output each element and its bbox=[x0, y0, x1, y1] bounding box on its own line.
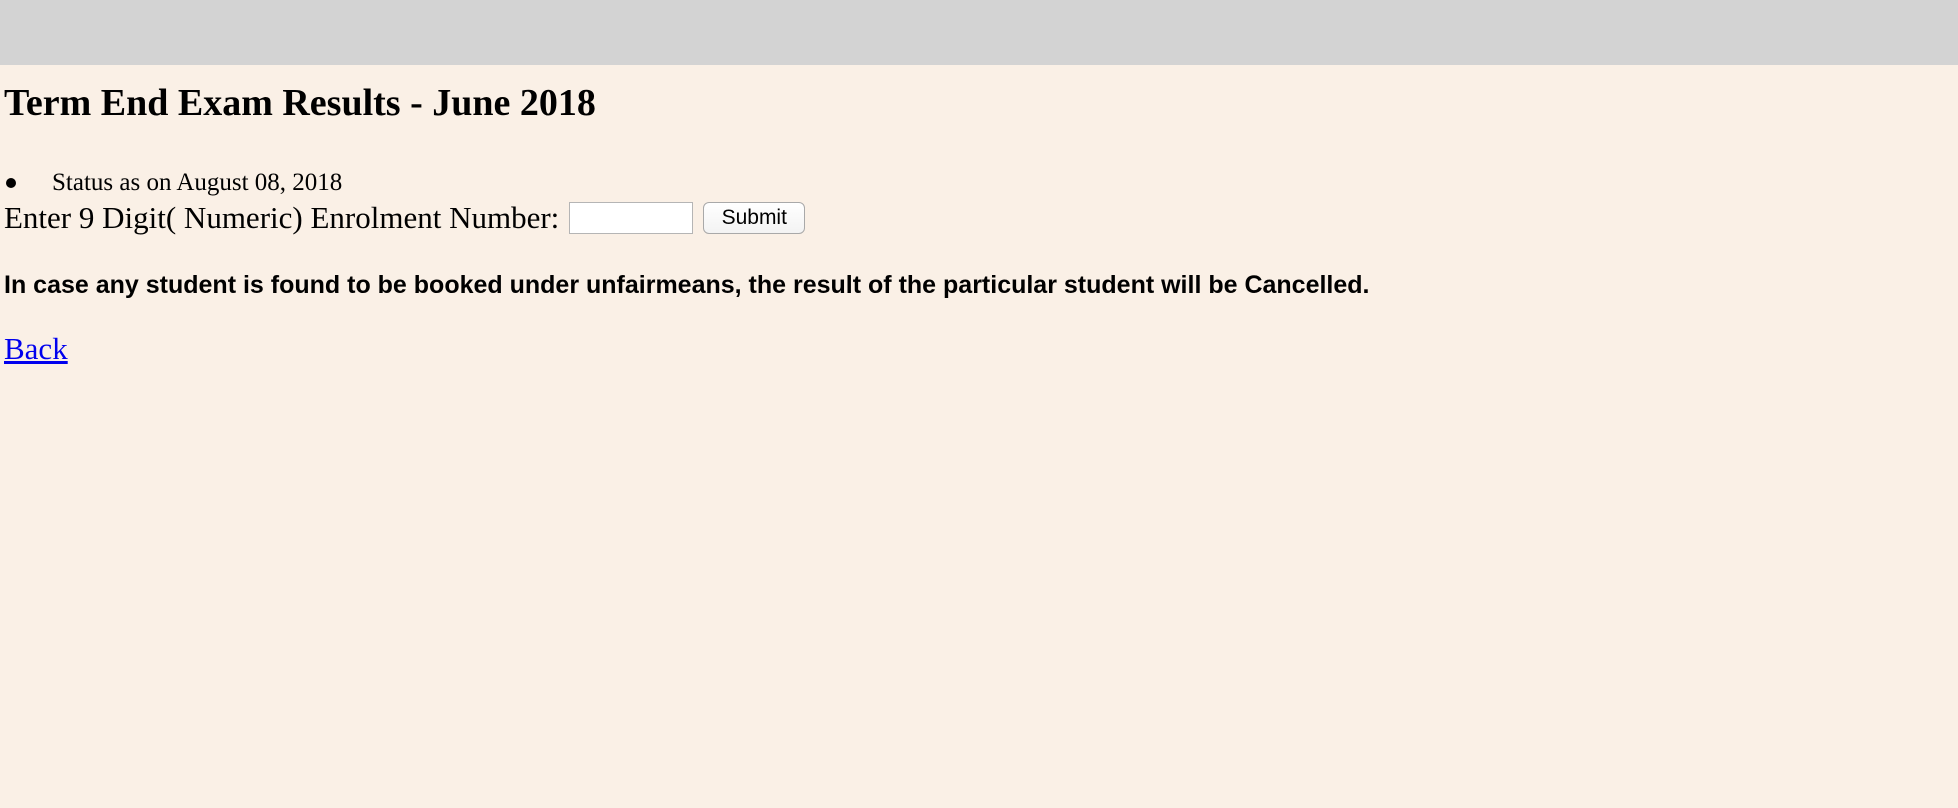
top-header-bar bbox=[0, 0, 1958, 65]
back-link[interactable]: Back bbox=[4, 329, 68, 369]
page-title: Term End Exam Results - June 2018 bbox=[4, 82, 596, 124]
bullet-icon bbox=[6, 178, 16, 188]
enrolment-label: Enter 9 Digit( Numeric) Enrolment Number… bbox=[4, 200, 560, 235]
status-text: Status as on August 08, 2018 bbox=[52, 169, 343, 196]
status-list-item: Status as on August 08, 2018 bbox=[4, 165, 342, 201]
unfairmeans-notice: In case any student is found to be booke… bbox=[4, 271, 1370, 299]
enrolment-form: Enter 9 Digit( Numeric) Enrolment Number… bbox=[4, 198, 806, 238]
submit-button[interactable]: Submit bbox=[703, 202, 806, 234]
enrolment-number-input[interactable] bbox=[569, 202, 694, 234]
